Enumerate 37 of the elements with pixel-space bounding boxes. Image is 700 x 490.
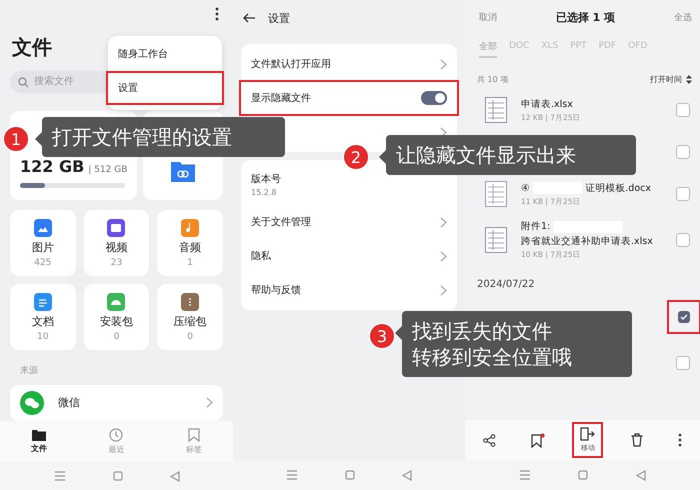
category-label: 文档 [32,314,54,329]
setting-label: 关于文件管理 [251,216,311,229]
callout-text: 让隐藏文件显示出来 [396,142,577,168]
page-title: 文件 [12,34,52,61]
callout-text: 转移到安全位置哦 [412,344,573,370]
file-name: 申请表.xlsx [521,98,574,110]
category-count: 0 [187,332,194,342]
setting-label: 隐私 [251,250,271,263]
setting-label: 版本号 [251,172,281,186]
setting-label: 帮助与反馈 [251,284,301,297]
category-count: 425 [34,258,52,268]
category-label: 视频 [105,240,128,255]
section-heading: 来源 [20,364,39,378]
category-label: 压缩包 [174,314,207,329]
storage-used: 122 GB [20,157,84,176]
source-label: 微信 [58,395,81,410]
file-name: 跨省就业交通补助申请表.xlsx [521,235,651,248]
selection-title: 已选择 1 项 [556,10,616,24]
setting-label: 文件默认打开应用 [251,58,331,71]
category-label: 音频 [179,240,202,255]
storage-total: | 512 GB [88,165,128,176]
file-name: ④ [521,182,530,194]
setting-label: 显示隐藏文件 [251,92,311,105]
date-heading: 2024/07/22 [476,278,536,292]
category-label: 图片 [32,240,54,255]
category-count: 1 [187,258,194,268]
page-title: 设置 [268,10,290,26]
category-count: 23 [110,258,122,268]
category-label: 安装包 [100,314,133,329]
category-count: 0 [114,332,120,342]
callout-text: 找到丢失的文件 [412,318,553,344]
version-number: 15.2.8 [251,188,276,196]
callout-text: 打开文件管理的设置 [52,124,233,150]
file-name: 附件1: [521,220,550,233]
item-count: 共 10 项 [477,74,508,85]
file-name: 证明模板.docx [585,182,651,194]
category-count: 10 [37,332,49,342]
